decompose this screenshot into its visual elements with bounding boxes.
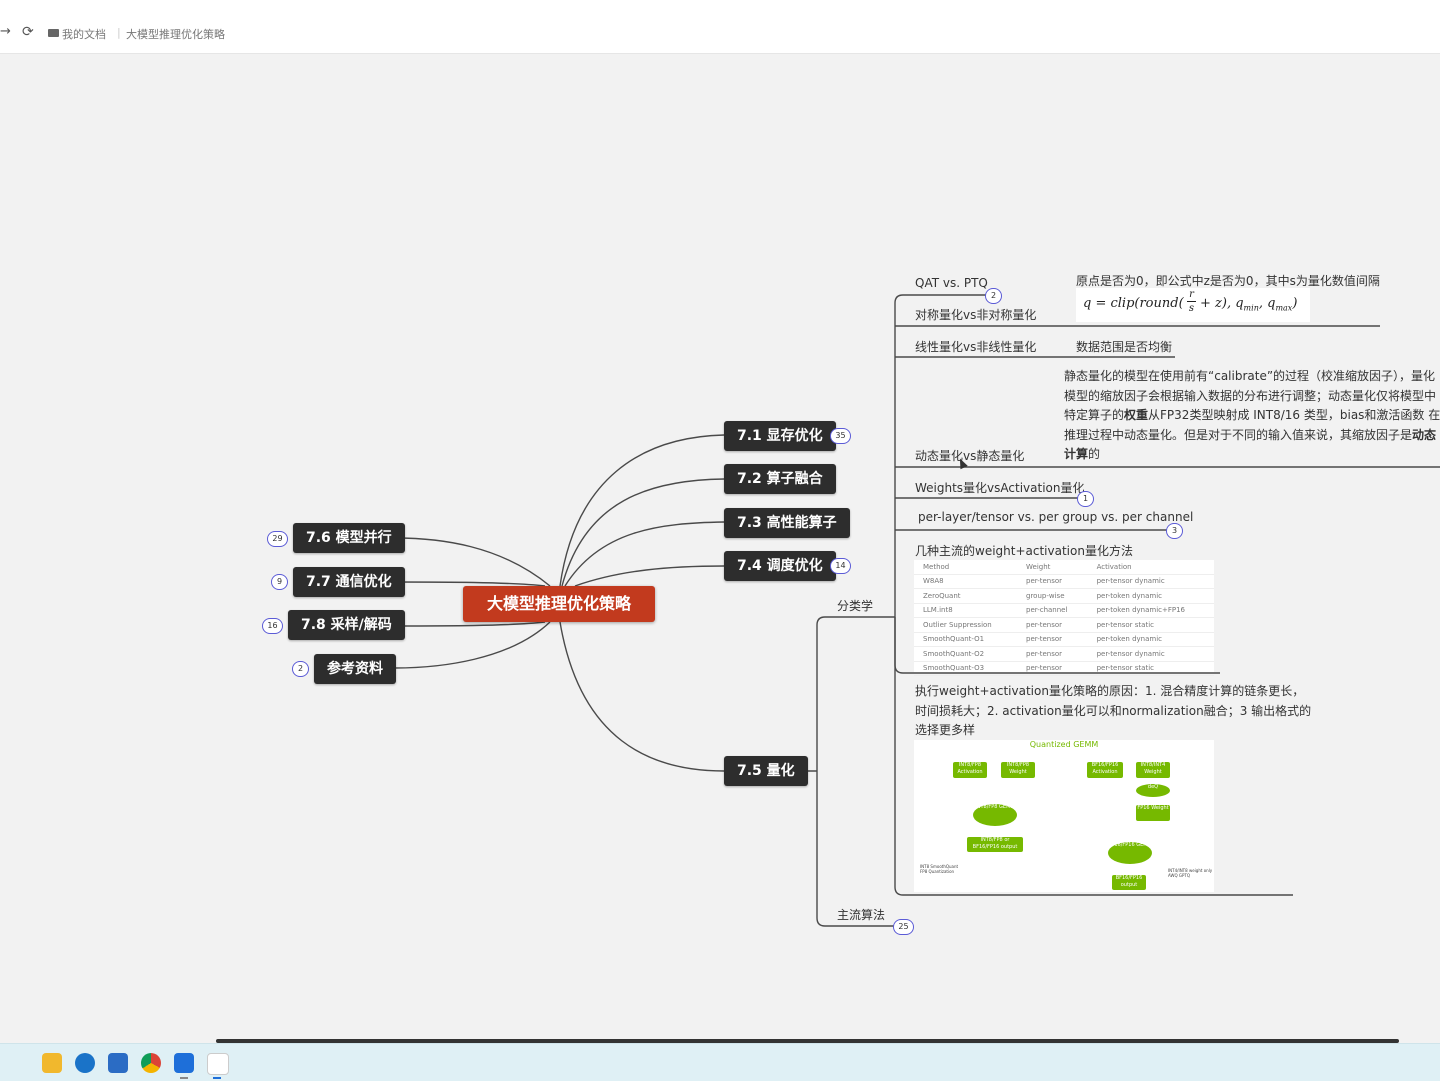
node-qat-vs-ptq[interactable]: QAT vs. PTQ (915, 276, 988, 290)
linear-note: 数据范围是否均衡 (1076, 340, 1173, 354)
table-cell: SmoothQuant-O2 (914, 646, 1018, 662)
gemm-caption: INT8 SmoothQuant FP8 Quantization (920, 864, 959, 874)
symmetric-note: 原点是否为0，即公式中z是否为0，其中s为量化数值间隔 (1076, 274, 1380, 288)
gemm-ellipse: BF16/FP16 GEMM (1108, 842, 1152, 864)
store-icon[interactable] (108, 1053, 128, 1073)
node-wa-methods[interactable]: 几种主流的weight+activation量化方法 (915, 542, 1133, 559)
app-icon[interactable] (174, 1053, 194, 1073)
table-cell: Outlier Suppression (914, 617, 1018, 633)
branch-7-4-count-badge[interactable]: 14 (830, 558, 851, 574)
table-header: Activation (1087, 560, 1214, 575)
table-cell: per-tensor (1017, 617, 1088, 633)
branch-7-7-communication[interactable]: 7.7 通信优化 (293, 567, 405, 597)
table-cell: per-token dynamic (1087, 588, 1214, 604)
branch-7-6-count-badge[interactable]: 29 (267, 531, 288, 547)
branch-7-1-count-badge[interactable]: 35 (830, 428, 851, 444)
node-mainstream-algorithms[interactable]: 主流算法 (837, 906, 885, 923)
file-explorer-icon[interactable] (42, 1053, 62, 1073)
table-cell: per-tensor dynamic (1087, 646, 1214, 662)
mainstream-count-badge[interactable]: 25 (893, 919, 914, 935)
branch-7-5-quantization[interactable]: 7.5 量化 (724, 756, 808, 786)
grid-app-icon[interactable] (207, 1053, 229, 1075)
table-row: W8A8 per-tensor per-tensor dynamic (914, 574, 1214, 589)
gemm-ellipse: INT8/FP8 GEMM (973, 804, 1017, 826)
branch-references-count-badge[interactable]: 2 (292, 661, 309, 677)
branch-7-6-model-parallel[interactable]: 7.6 模型并行 (293, 523, 405, 553)
node-granularity[interactable]: per-layer/tensor vs. per group vs. per c… (918, 510, 1193, 524)
table-cell: LLM.int8 (914, 603, 1018, 618)
active-indicator (213, 1077, 221, 1079)
gemm-box: BF16/FP16 Activation (1087, 762, 1123, 778)
branch-references[interactable]: 参考资料 (314, 654, 396, 684)
branch-7-8-count-badge[interactable]: 16 (262, 618, 283, 634)
node-wa-reason[interactable]: 执行weight+activation量化策略的原因：1. 混合精度计算的链条更… (915, 682, 1311, 741)
branch-7-3-hp-ops[interactable]: 7.3 高性能算子 (724, 508, 850, 538)
gemm-title: Quantized GEMM (1029, 740, 1099, 749)
table-cell: per-token dynamic+FP16 (1087, 603, 1214, 618)
methods-table: Method Weight Activation W8A8 per-tensor per… (914, 560, 1214, 676)
node-taxonomy[interactable]: 分类学 (837, 597, 873, 614)
branch-7-2-op-fusion[interactable]: 7.2 算子融合 (724, 464, 836, 494)
table-row: SmoothQuant-O3 per-tensor per-tensor stati… (914, 661, 1214, 676)
table-cell: W8A8 (914, 574, 1018, 589)
table-cell: per-tensor (1017, 574, 1088, 589)
table-row: SmoothQuant-O1 per-tensor per-token dynami… (914, 632, 1214, 647)
table-cell: SmoothQuant-O3 (914, 661, 1018, 676)
table-cell: per-tensor static (1087, 661, 1214, 676)
table-row: LLM.int8 per-channel per-token dynamic+FP1… (914, 603, 1214, 618)
gemm-box: BF16/FP16 output (1112, 875, 1146, 890)
table-cell: group-wise (1017, 588, 1088, 604)
dynamic-static-note: 静态量化的模型在使用前有“calibrate”的过程（校准缩放因子），量化 模型… (1064, 369, 1440, 461)
node-linear-quant[interactable]: 线性量化vs非线性量化 (915, 338, 1036, 355)
table-cell: per-channel (1017, 603, 1088, 618)
gemm-ellipse: deQ (1136, 784, 1170, 797)
branch-7-7-count-badge[interactable]: 9 (271, 574, 288, 590)
table-cell: per-tensor (1017, 661, 1088, 676)
table-cell: ZeroQuant (914, 588, 1018, 604)
active-indicator (180, 1077, 188, 1079)
table-row: ZeroQuant group-wise per-token dynamic (914, 588, 1214, 604)
gemm-box: INT8/INT4 Weight (1136, 762, 1170, 778)
table-cell: per-token dynamic (1087, 632, 1214, 647)
table-header-row: Method Weight Activation (914, 560, 1214, 575)
granularity-count-badge[interactable]: 3 (1166, 523, 1183, 539)
table-header: Method (914, 560, 1018, 575)
edge-icon[interactable] (75, 1053, 95, 1073)
wa-count-badge[interactable]: 1 (1077, 491, 1094, 507)
quant-formula: q = clip(round( rs + z), qmin, qmax) (1076, 288, 1310, 322)
sym-count-badge[interactable]: 2 (985, 288, 1002, 304)
gemm-box: INT8/FP8 Weight (1001, 762, 1035, 778)
node-weights-vs-activation[interactable]: Weights量化vsActivation量化 (915, 479, 1085, 496)
branch-7-4-scheduling[interactable]: 7.4 调度优化 (724, 551, 836, 581)
mindmap-connectors (394, 294, 1440, 927)
chrome-icon[interactable] (141, 1053, 161, 1073)
table-header: Weight (1017, 560, 1088, 575)
quantized-gemm-diagram: Quantized GEMM INT8/FP8 Activation INT8/… (914, 740, 1214, 892)
mindmap-root-node[interactable]: 大模型推理优化策略 (463, 586, 655, 622)
table-cell: per-tensor (1017, 632, 1088, 647)
table-cell: per-tensor (1017, 646, 1088, 662)
table-cell: SmoothQuant-O1 (914, 632, 1018, 647)
node-dynamic-vs-static[interactable]: 动态量化vs静态量化 (915, 447, 1024, 464)
branch-7-8-sampling-decoding[interactable]: 7.8 采样/解码 (288, 610, 405, 640)
node-symmetric-quant[interactable]: 对称量化vs非对称量化 (915, 306, 1036, 323)
gemm-caption: INT4/INT8 weight only AWQ GPTQ (1168, 868, 1213, 878)
gemm-box: FP16 Weight (1136, 805, 1170, 821)
gemm-box: INT8/FP8 Activation (953, 762, 987, 778)
table-cell: per-tensor static (1087, 617, 1214, 633)
table-row: SmoothQuant-O2 per-tensor per-tensor dynam… (914, 646, 1214, 662)
taskbar (0, 1043, 1440, 1081)
branch-7-1-memory[interactable]: 7.1 显存优化 (724, 421, 836, 451)
table-row: Outlier Suppression per-tensor per-tensor … (914, 617, 1214, 633)
gemm-box: INT8/FP8 or BF16/FP16 output (967, 837, 1023, 852)
table-cell: per-tensor dynamic (1087, 574, 1214, 589)
